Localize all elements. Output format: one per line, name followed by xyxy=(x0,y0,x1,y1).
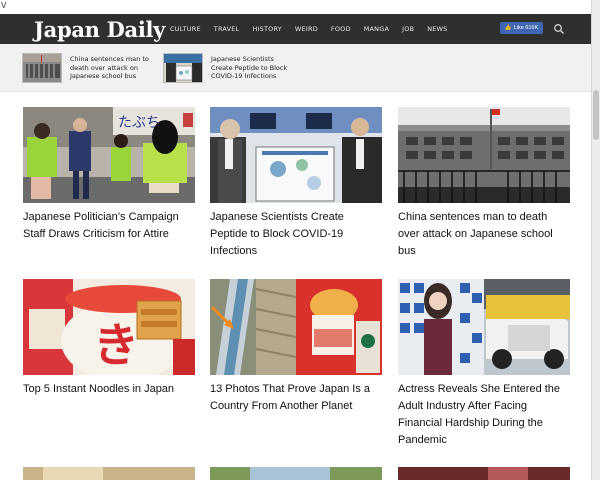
article-title[interactable]: 13 Photos That Prove Japan Is a Country … xyxy=(210,381,382,415)
page-scrollbar[interactable] xyxy=(591,0,600,480)
article-title[interactable]: Japanese Politician’s Campaign Staff Dra… xyxy=(23,209,195,243)
article-image-partial[interactable] xyxy=(210,467,382,480)
nav-news[interactable]: NEWS xyxy=(427,25,447,33)
browser-top-strip: V xyxy=(0,0,600,14)
ticker-item[interactable]: China sentences man to death over attack… xyxy=(22,53,150,83)
thumbs-up-icon: 👍 xyxy=(504,25,512,31)
nav-food[interactable]: FOOD xyxy=(331,25,351,33)
scrollbar-thumb[interactable] xyxy=(593,90,599,140)
svg-text:き: き xyxy=(93,318,139,372)
article-image-partial[interactable] xyxy=(23,467,195,480)
article-image-japan-photos[interactable] xyxy=(210,279,382,375)
article-image-actress[interactable] xyxy=(398,279,570,375)
article-title[interactable]: China sentences man to death over attack… xyxy=(398,209,570,260)
top-stories-ticker: China sentences man to death over attack… xyxy=(0,44,600,92)
nav-job[interactable]: JOB xyxy=(402,25,414,33)
ticker-title: Japanese Scientists Create Peptide to Bl… xyxy=(211,55,288,80)
nav-weird[interactable]: WEIRD xyxy=(295,25,318,33)
article-card[interactable]: たぶち Japanese Politician’s Campaign Staff… xyxy=(23,107,195,243)
search-icon[interactable] xyxy=(553,23,565,35)
article-title[interactable]: Japanese Scientists Create Peptide to Bl… xyxy=(210,209,382,260)
article-card[interactable]: Japanese Scientists Create Peptide to Bl… xyxy=(210,107,382,260)
nav-travel[interactable]: TRAVEL xyxy=(214,25,240,33)
facebook-like-button[interactable]: 👍 Like 616K xyxy=(500,22,543,34)
ticker-thumbnail xyxy=(163,53,203,83)
article-card[interactable]: き Top 5 Instant Noodles in Japan xyxy=(23,279,195,398)
browser-corner-text: V xyxy=(1,1,7,10)
article-image-covid-peptide[interactable] xyxy=(210,107,382,203)
site-header: Japan Daily CULTURE TRAVEL HISTORY WEIRD… xyxy=(0,14,600,44)
facebook-like-label: Like 616K xyxy=(513,25,539,31)
nav-manga[interactable]: MANGA xyxy=(364,25,389,33)
ticker-title: China sentences man to death over attack… xyxy=(70,55,149,80)
site-logo[interactable]: Japan Daily xyxy=(34,17,165,42)
article-image-partial[interactable] xyxy=(398,467,570,480)
article-image-campaign-staff[interactable]: たぶち xyxy=(23,107,195,203)
article-title[interactable]: Actress Reveals She Entered the Adult In… xyxy=(398,381,570,449)
article-card[interactable]: 13 Photos That Prove Japan Is a Country … xyxy=(210,279,382,415)
article-image-instant-noodles[interactable]: き xyxy=(23,279,195,375)
ticker-thumbnail xyxy=(22,53,62,83)
nav-history[interactable]: HISTORY xyxy=(252,25,282,33)
article-image-china-court[interactable] xyxy=(398,107,570,203)
article-card[interactable]: Actress Reveals She Entered the Adult In… xyxy=(398,279,570,449)
main-nav: CULTURE TRAVEL HISTORY WEIRD FOOD MANGA … xyxy=(170,14,461,44)
article-card[interactable]: China sentences man to death over attack… xyxy=(398,107,570,260)
nav-culture[interactable]: CULTURE xyxy=(170,25,201,33)
article-title[interactable]: Top 5 Instant Noodles in Japan xyxy=(23,381,195,398)
ticker-item[interactable]: Japanese Scientists Create Peptide to Bl… xyxy=(163,53,291,83)
